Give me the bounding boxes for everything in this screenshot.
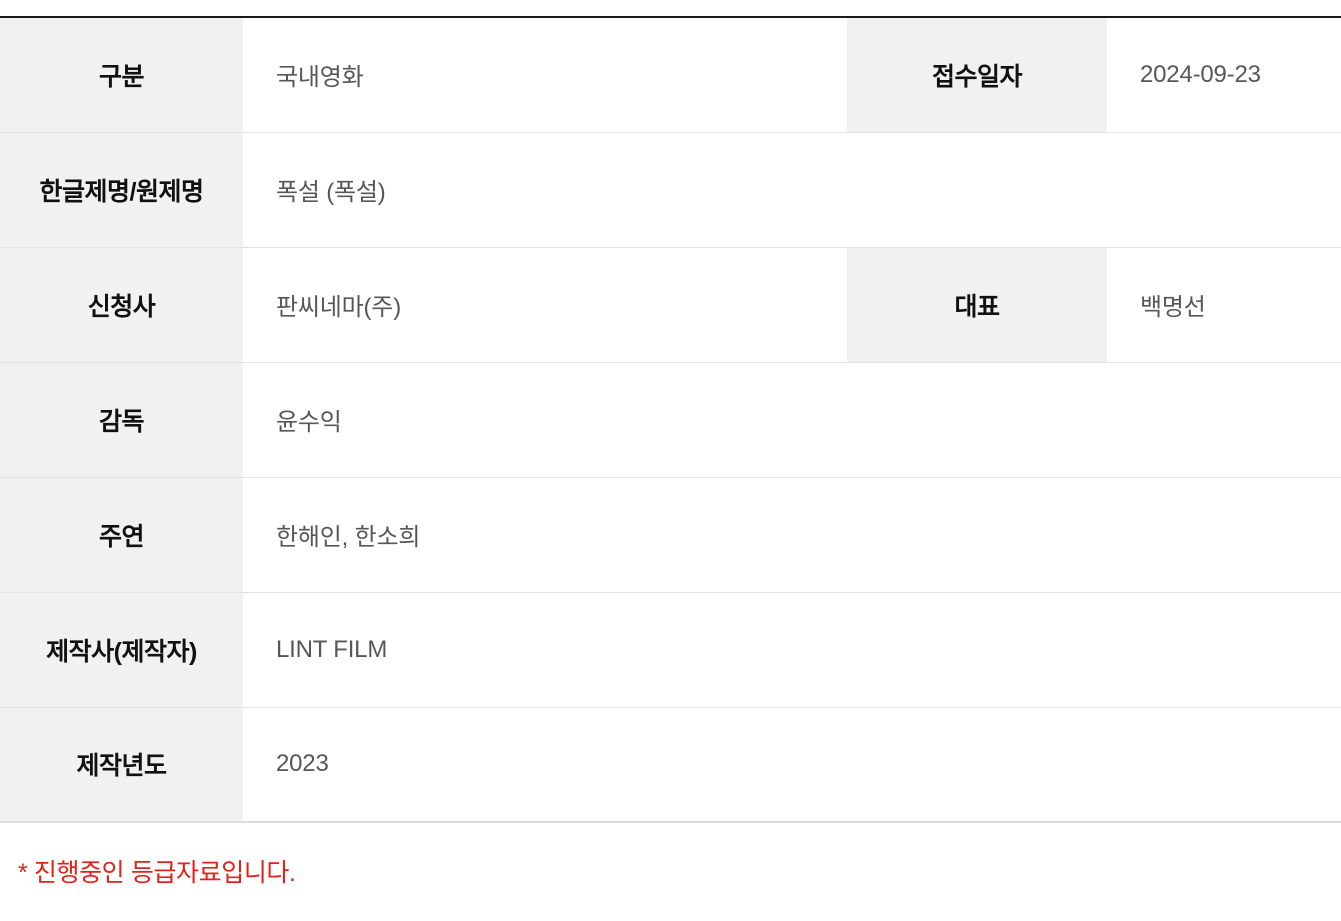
row-label: 제작년도 — [0, 707, 243, 822]
table-row: 감독 윤수익 — [0, 362, 1341, 478]
row-label-secondary: 접수일자 — [847, 17, 1107, 133]
row-label: 구분 — [0, 17, 243, 133]
row-value: 폭설 (폭설) — [243, 132, 1341, 248]
table-row: 한글제명/원제명 폭설 (폭설) — [0, 132, 1341, 248]
table-row: 주연 한해인, 한소희 — [0, 477, 1341, 593]
table-row: 제작사(제작자) LINT FILM — [0, 592, 1341, 708]
row-value-secondary: 2024-09-23 — [1107, 17, 1341, 133]
row-label: 감독 — [0, 362, 243, 478]
row-value: 한해인, 한소희 — [243, 477, 1341, 593]
table-row: 신청사 판씨네마(주) 대표 백명선 — [0, 247, 1341, 363]
row-label: 신청사 — [0, 247, 243, 363]
row-value: 윤수익 — [243, 362, 1341, 478]
row-value: 판씨네마(주) — [243, 247, 847, 363]
film-rating-detail-page: 구분 국내영화 접수일자 2024-09-23 한글제명/원제명 폭설 (폭설)… — [0, 0, 1341, 921]
row-value: LINT FILM — [243, 592, 1341, 708]
row-value-secondary: 백명선 — [1107, 247, 1341, 363]
row-value: 국내영화 — [243, 17, 847, 133]
row-label: 한글제명/원제명 — [0, 132, 243, 248]
table-row: 제작년도 2023 — [0, 707, 1341, 822]
row-value: 2023 — [243, 707, 1341, 822]
row-label: 제작사(제작자) — [0, 592, 243, 708]
in-progress-notice: * 진행중인 등급자료입니다. — [18, 859, 296, 887]
film-detail-table-body: 구분 국내영화 접수일자 2024-09-23 한글제명/원제명 폭설 (폭설)… — [0, 17, 1341, 822]
film-detail-table: 구분 국내영화 접수일자 2024-09-23 한글제명/원제명 폭설 (폭설)… — [0, 16, 1341, 823]
table-row: 구분 국내영화 접수일자 2024-09-23 — [0, 17, 1341, 133]
row-label: 주연 — [0, 477, 243, 593]
row-label-secondary: 대표 — [847, 247, 1107, 363]
